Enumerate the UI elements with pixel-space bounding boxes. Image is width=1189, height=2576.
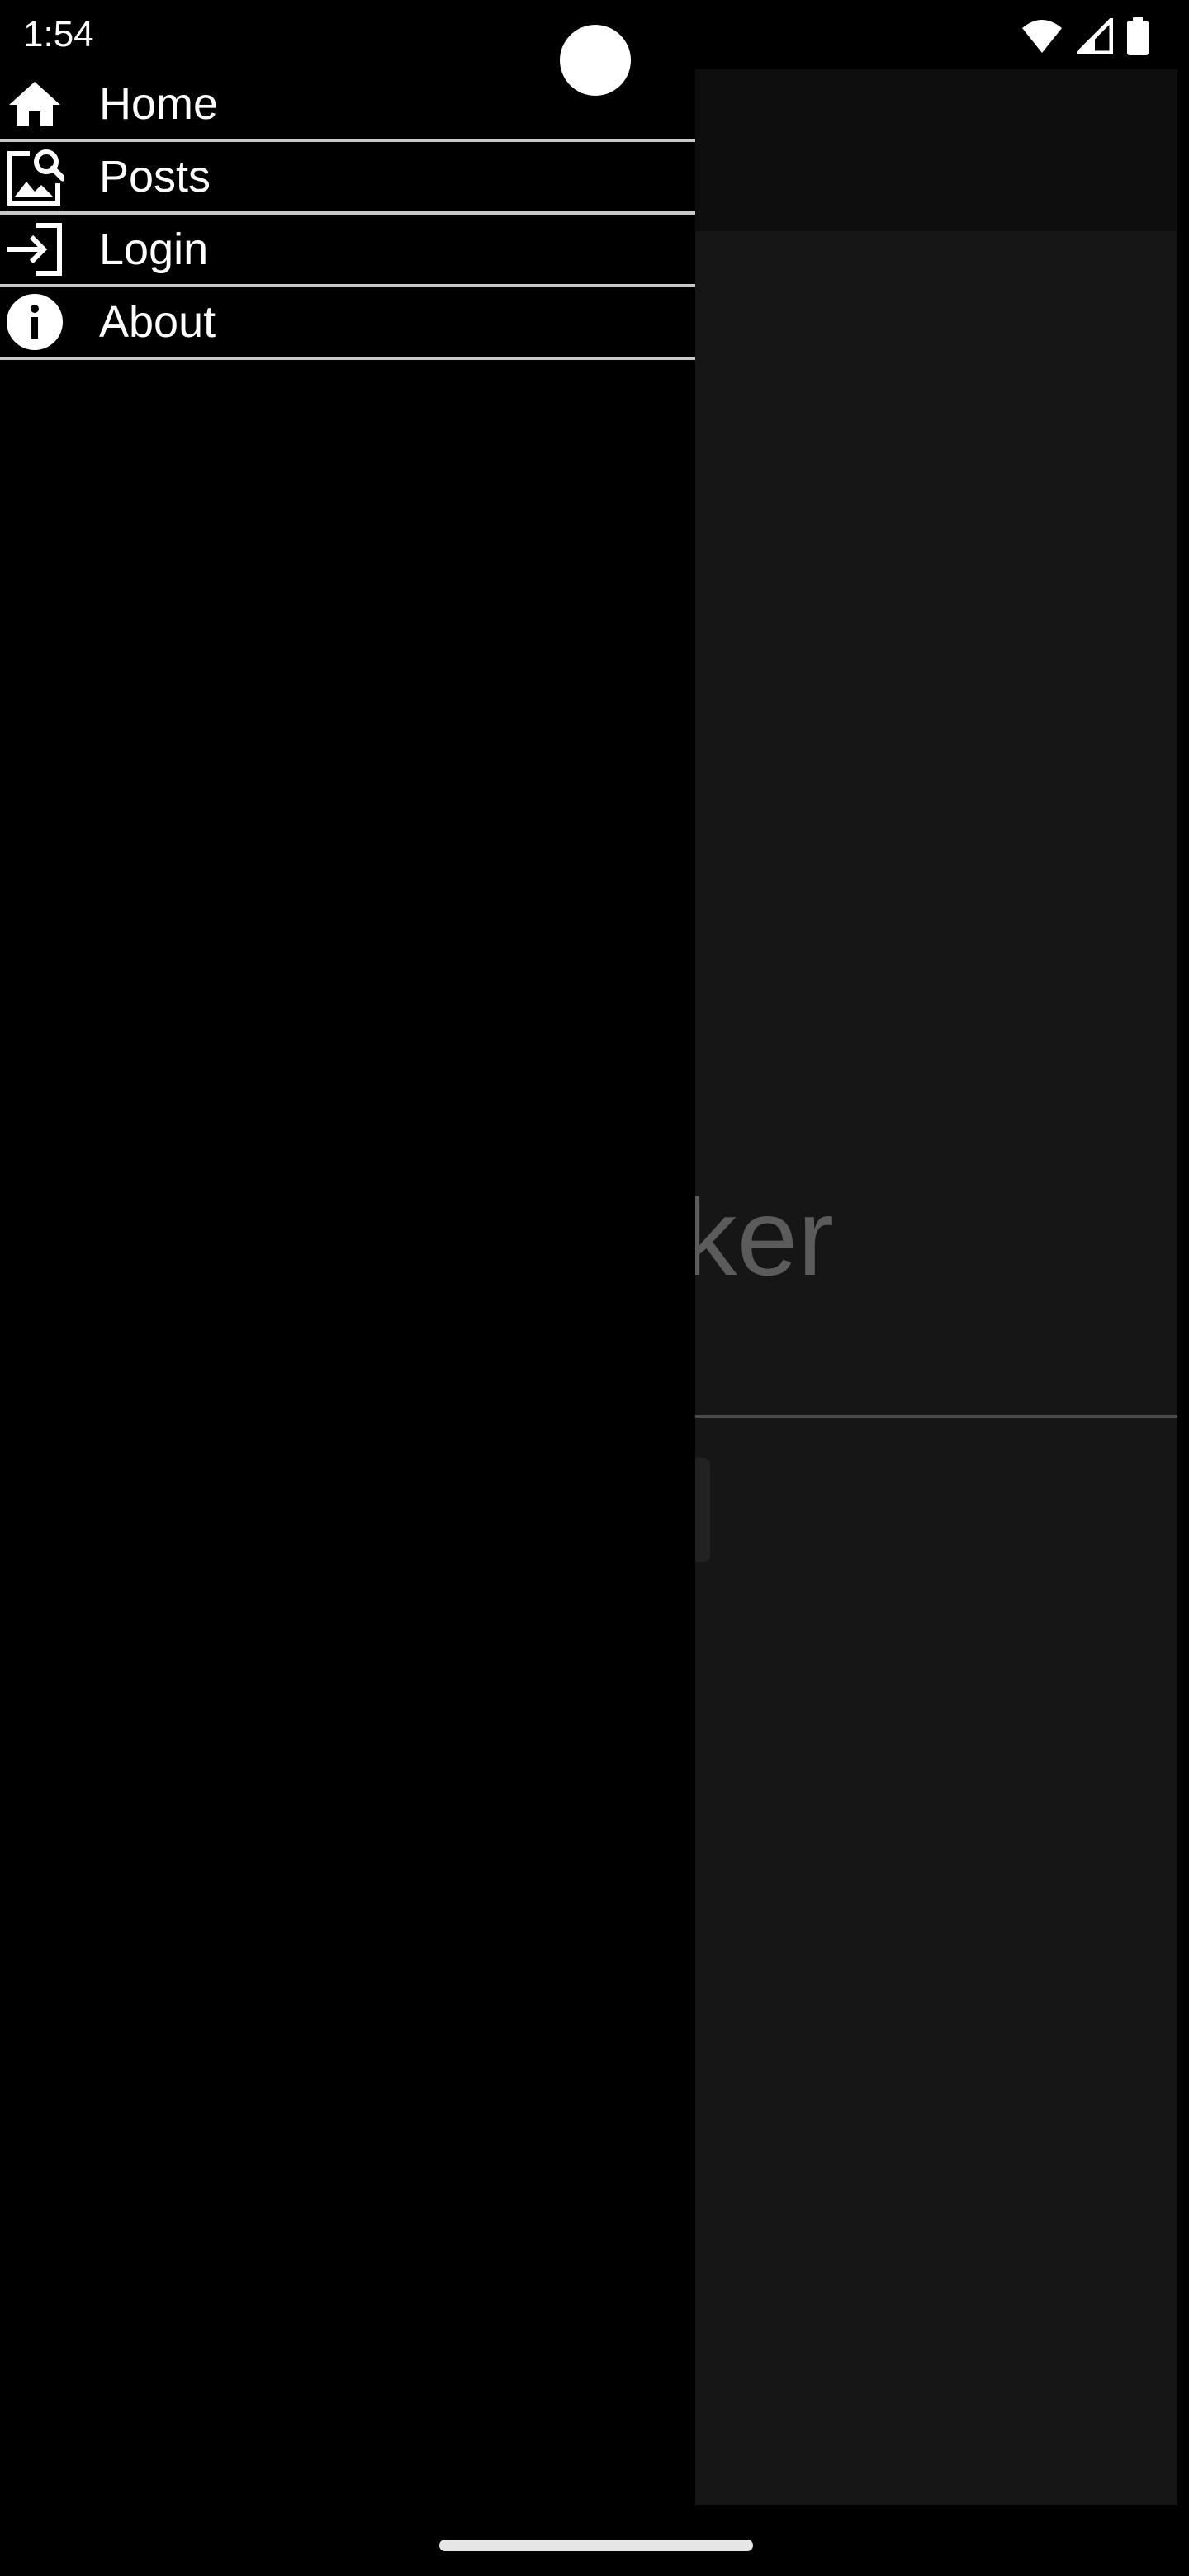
home-icon [5,74,64,134]
nav-item-label: About [99,297,216,347]
navigation-drawer: Home Posts Login About [0,0,695,2576]
status-time: 1:54 [23,14,94,54]
nav-item-label: Home [99,79,219,129]
nav-list: Home Posts Login About [0,69,695,360]
login-icon [5,220,64,279]
nav-item-posts[interactable]: Posts [0,142,695,215]
nav-item-about[interactable]: About [0,287,695,360]
info-icon [5,292,64,352]
nav-item-login[interactable]: Login [0,215,695,287]
cell-signal-icon [1077,18,1113,54]
nav-item-label: Posts [99,152,211,201]
nav-item-label: Login [99,225,209,274]
wifi-icon [1021,18,1063,54]
navigation-bar [0,2505,1189,2576]
gesture-handle[interactable] [439,2540,753,2551]
camera-cutout [560,25,631,96]
image-search-icon [5,147,64,206]
status-icons [1021,17,1149,56]
battery-icon [1126,17,1149,55]
